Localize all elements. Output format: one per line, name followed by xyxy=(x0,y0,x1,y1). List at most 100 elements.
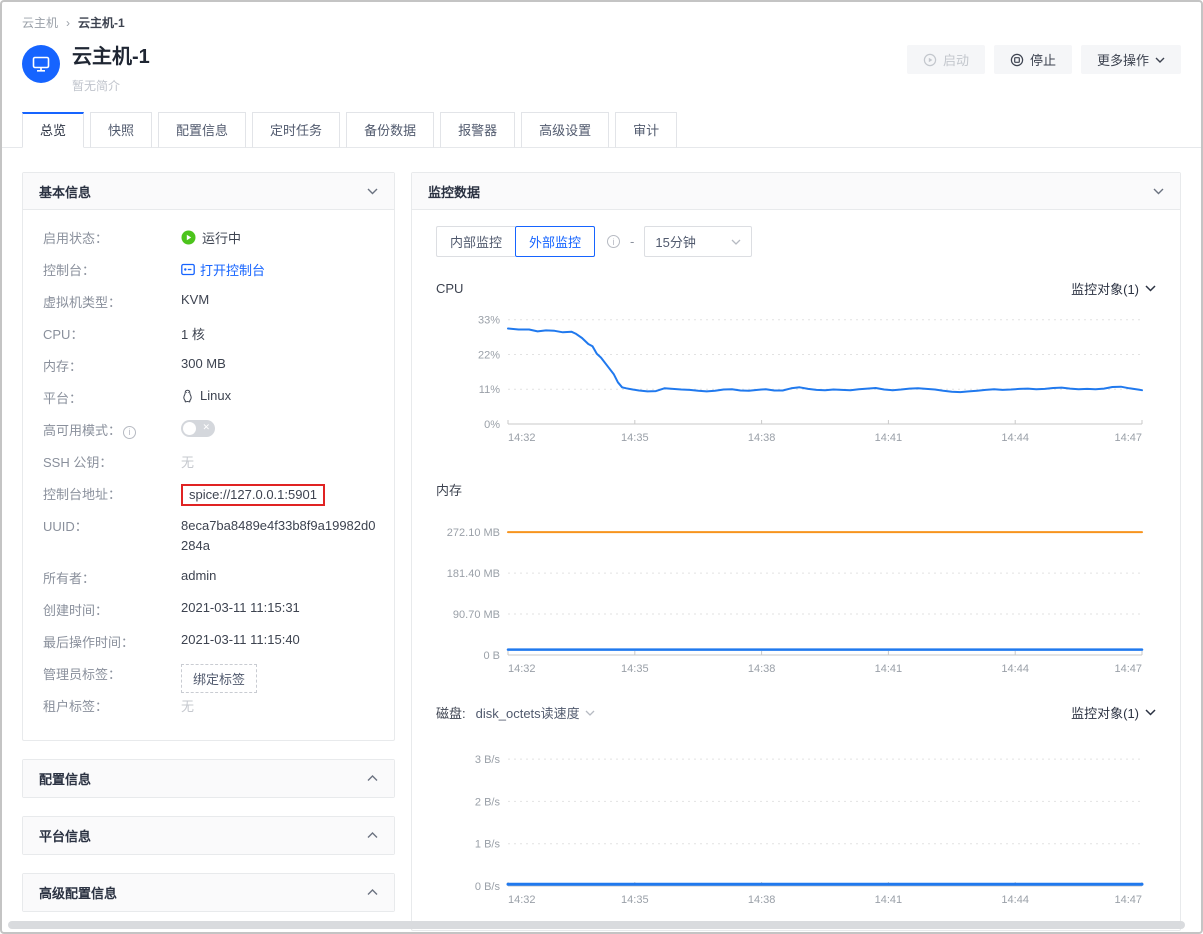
row-platform: 平台： Linux xyxy=(43,386,378,418)
tab-alarms[interactable]: 报警器 xyxy=(440,112,515,148)
disk-metric-dropdown[interactable]: disk_octets读速度 xyxy=(476,703,595,722)
svg-text:14:47: 14:47 xyxy=(1114,894,1142,906)
svg-text:14:32: 14:32 xyxy=(508,894,536,906)
disk-monitor-target-dropdown[interactable]: 监控对象(1) xyxy=(1071,703,1156,722)
svg-text:14:41: 14:41 xyxy=(875,663,903,675)
last-op-time-value: 2021-03-11 11:15:40 xyxy=(181,630,300,647)
monitor-mode-segmented: 内部监控 外部监控 xyxy=(436,226,595,257)
chevron-down-icon xyxy=(731,239,741,245)
tab-audit[interactable]: 审计 xyxy=(615,112,677,148)
chevron-down-icon xyxy=(1145,709,1156,716)
chevron-down-icon xyxy=(1155,57,1165,63)
field-label: 控制台地址： xyxy=(43,482,181,503)
row-tenant-tag: 租户标签： 无 xyxy=(43,694,378,726)
advanced-config-title: 高级配置信息 xyxy=(39,883,117,902)
breadcrumb-separator: › xyxy=(66,16,70,30)
field-label: SSH 公钥： xyxy=(43,450,181,471)
row-created-time: 创建时间： 2021-03-11 11:15:31 xyxy=(43,598,378,630)
svg-text:181.40 MB: 181.40 MB xyxy=(447,568,500,580)
monitor-panel: 监控数据 内部监控 外部监控 i - xyxy=(411,172,1181,931)
svg-text:272.10 MB: 272.10 MB xyxy=(447,527,500,539)
open-console-label: 打开控制台 xyxy=(200,260,265,279)
field-label: 平台： xyxy=(43,386,181,407)
breadcrumb-current: 云主机-1 xyxy=(78,14,125,31)
config-info-panel-header[interactable]: 配置信息 xyxy=(23,760,394,797)
advanced-config-panel: 高级配置信息 xyxy=(22,873,395,912)
bind-tag-button[interactable]: 绑定标签 xyxy=(181,664,257,693)
row-console: 控制台： 打开控制台 xyxy=(43,258,378,290)
status-value: 运行中 xyxy=(202,228,241,247)
basic-info-title: 基本信息 xyxy=(39,182,91,201)
external-monitor-button[interactable]: 外部监控 xyxy=(515,226,595,257)
svg-text:14:44: 14:44 xyxy=(1001,432,1029,444)
ssh-key-value: 无 xyxy=(181,450,194,471)
monitor-panel-header[interactable]: 监控数据 xyxy=(412,173,1180,210)
info-icon[interactable]: i xyxy=(607,235,620,248)
field-label: CPU： xyxy=(43,322,181,343)
breadcrumb: 云主机 › 云主机-1 xyxy=(22,14,1181,31)
cpu-value: 1 核 xyxy=(181,322,205,343)
config-info-panel: 配置信息 xyxy=(22,759,395,798)
chevron-down-icon xyxy=(1145,285,1156,292)
advanced-config-panel-header[interactable]: 高级配置信息 xyxy=(23,874,394,911)
toggle-knob xyxy=(183,422,196,435)
more-actions-label: 更多操作 xyxy=(1097,50,1149,69)
platform-value: Linux xyxy=(200,388,231,403)
svg-text:3 B/s: 3 B/s xyxy=(475,754,501,766)
field-label: 控制台： xyxy=(43,258,181,279)
basic-info-panel-header[interactable]: 基本信息 xyxy=(23,173,394,210)
chevron-down-icon xyxy=(585,710,595,716)
monitor-title: 监控数据 xyxy=(428,182,480,201)
chevron-up-icon xyxy=(367,832,378,839)
owner-value: admin xyxy=(181,566,216,583)
info-icon[interactable]: i xyxy=(123,426,136,439)
ha-label: 高可用模式： xyxy=(43,423,121,438)
tab-scheduled-tasks[interactable]: 定时任务 xyxy=(252,112,340,148)
svg-text:14:35: 14:35 xyxy=(621,663,649,675)
row-ssh-key: SSH 公钥： 无 xyxy=(43,450,378,482)
start-button-label: 启动 xyxy=(943,50,969,69)
start-button[interactable]: 启动 xyxy=(907,45,985,74)
tab-config-info[interactable]: 配置信息 xyxy=(158,112,246,148)
stop-button[interactable]: 停止 xyxy=(994,45,1072,74)
memory-chart: 0 B90.70 MB181.40 MB272.10 MB14:3214:351… xyxy=(436,505,1156,685)
disk-monitor-target-label: 监控对象(1) xyxy=(1071,703,1139,722)
field-label: 虚拟机类型： xyxy=(43,290,181,311)
console-window-icon xyxy=(181,263,195,276)
cpu-chart: 0%11%22%33%14:3214:3514:3814:4114:4414:4… xyxy=(436,304,1156,454)
open-console-link[interactable]: 打开控制台 xyxy=(181,260,265,279)
cpu-chart-header: CPU 监控对象(1) xyxy=(436,279,1156,298)
field-label: UUID： xyxy=(43,514,181,535)
internal-monitor-button[interactable]: 内部监控 xyxy=(436,226,515,257)
basic-info-panel: 基本信息 启用状态： xyxy=(22,172,395,741)
svg-text:14:38: 14:38 xyxy=(748,432,776,444)
chevron-up-icon xyxy=(367,889,378,896)
svg-text:14:41: 14:41 xyxy=(875,894,903,906)
svg-text:2 B/s: 2 B/s xyxy=(475,796,501,808)
breadcrumb-root[interactable]: 云主机 xyxy=(22,14,58,31)
svg-text:90.70 MB: 90.70 MB xyxy=(453,609,500,621)
console-address-value-annotated: spice://127.0.0.1:5901 xyxy=(181,484,325,506)
toggle-off-x-icon: ✕ xyxy=(202,422,210,433)
tab-overview[interactable]: 总览 xyxy=(22,112,84,148)
linux-penguin-icon xyxy=(181,389,194,403)
ha-mode-toggle[interactable]: ✕ xyxy=(181,420,215,437)
play-circle-icon xyxy=(923,53,937,67)
horizontal-scrollbar[interactable] xyxy=(8,921,1185,929)
platform-info-panel-header[interactable]: 平台信息 xyxy=(23,817,394,854)
memory-chart-title: 内存 xyxy=(436,480,462,499)
disk-chart-title: 磁盘: xyxy=(436,703,466,722)
field-label: 高可用模式：i xyxy=(43,418,181,439)
page-subtitle: 暂无简介 xyxy=(72,77,150,94)
uuid-value: 8eca7ba8489e4f33b8f9a19982d0284a xyxy=(181,516,376,556)
svg-text:14:35: 14:35 xyxy=(621,432,649,444)
field-label: 内存： xyxy=(43,354,181,375)
period-select[interactable]: 15分钟 xyxy=(644,226,752,257)
tab-snapshot[interactable]: 快照 xyxy=(90,112,152,148)
tab-backup-data[interactable]: 备份数据 xyxy=(346,112,434,148)
row-uuid: UUID： 8eca7ba8489e4f33b8f9a19982d0284a xyxy=(43,514,378,566)
tab-advanced-settings[interactable]: 高级设置 xyxy=(521,112,609,148)
more-actions-button[interactable]: 更多操作 xyxy=(1081,45,1181,74)
cpu-monitor-target-dropdown[interactable]: 监控对象(1) xyxy=(1071,279,1156,298)
field-label: 最后操作时间： xyxy=(43,630,181,651)
